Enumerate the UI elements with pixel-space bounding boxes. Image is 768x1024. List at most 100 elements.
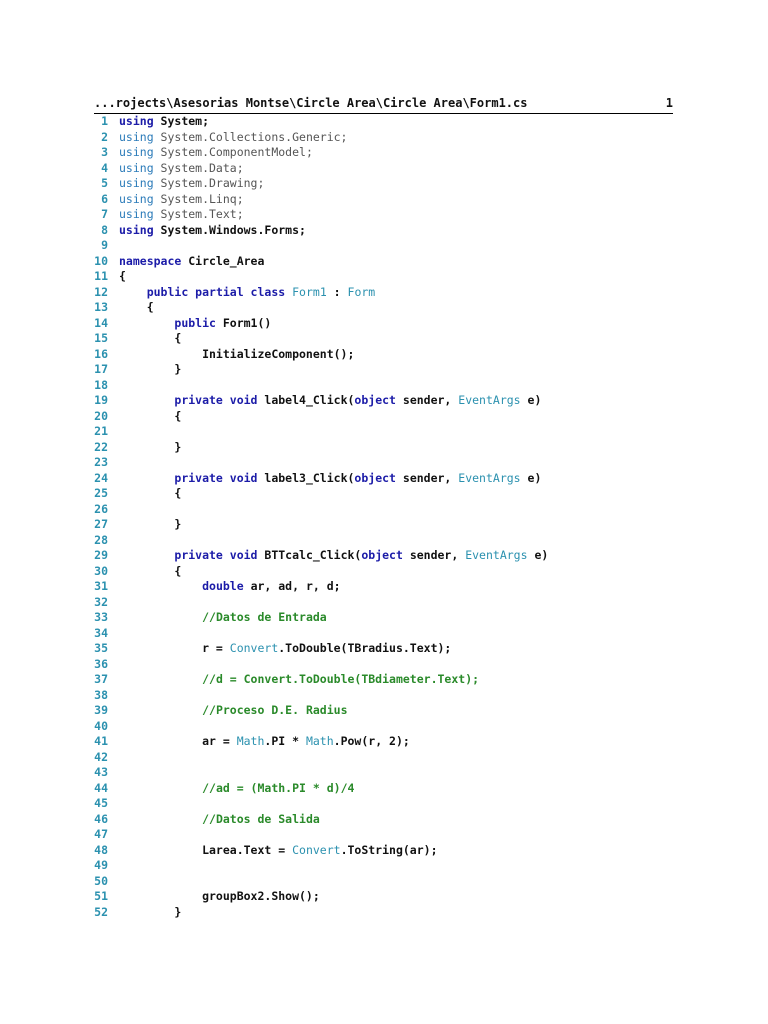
code-token: InitializeComponent(); [119,346,355,361]
code-token: double [202,579,244,593]
line-number: 12 [94,284,108,299]
code-token: Convert [229,641,279,655]
code-token: System.Windows.Forms; [153,222,306,237]
code-token: private void [174,470,258,485]
code-line: 10 namespace Circle_Area [82,254,682,270]
code-token: { [119,269,126,283]
code-line: 40 [82,719,682,735]
code-token: { [119,563,182,578]
code-token: { [119,331,182,345]
code-token: } [119,904,182,919]
code-line: 43 [82,765,682,781]
code-token: System.Data; [153,160,244,175]
line-number: 29 [94,548,108,562]
code-token: using [119,176,154,190]
code-token: object [354,470,396,485]
code-line: 45 [82,796,682,812]
line-number: 33 [94,610,108,624]
line-number: 26 [94,501,108,516]
line-number: 45 [94,796,108,810]
code-token: using [119,207,154,221]
code-token: } [119,517,182,531]
line-number: 32 [94,594,108,609]
code-line: 19 private void label4_Click(object send… [82,393,682,409]
code-line: 18 [82,378,682,394]
line-number: 36 [94,656,108,671]
code-token: EventArgs [458,470,521,485]
line-number: 2 [101,129,108,144]
code-token: BTTcalc_Click( [257,548,362,562]
code-token: ar, ad, r, d; [243,579,341,593]
code-line: 50 [82,874,682,890]
code-token: //d = Convert.ToDouble(TBdiameter.Text); [202,672,480,686]
code-token: System.Collections.Generic; [153,129,348,144]
code-line: 1 using System; [82,114,682,130]
line-number: 49 [94,858,108,872]
code-token: EventArgs [458,393,521,407]
code-token: } [119,439,182,454]
code-line: 2 using System.Collections.Generic; [82,130,682,146]
line-number: 6 [101,191,108,206]
line-number: 18 [94,377,108,392]
code-token: Math [305,734,334,748]
line-number: 8 [101,222,108,237]
code-line: 20 { [82,409,682,425]
line-number: 9 [101,238,108,252]
code-token: sender, [395,393,459,407]
code-line: 51 groupBox2.Show(); [82,889,682,905]
code-line: 16 InitializeComponent(); [82,347,682,363]
code-line: 8 using System.Windows.Forms; [82,223,682,239]
line-number: 47 [94,827,108,841]
code-line: 36 [82,657,682,673]
code-token: System.Text; [153,207,244,221]
line-number: 14 [94,315,108,330]
code-line: 48 Larea.Text = Convert.ToString(ar); [82,843,682,859]
code-token: using [119,222,154,237]
code-token: public [174,315,216,330]
code-token: public partial class [146,284,286,299]
line-number: 34 [94,625,108,640]
code-token: using [119,160,154,175]
code-token: using [119,145,154,159]
file-header: ...rojects\Asesorias Montse\Circle Area\… [94,95,673,114]
line-number: 35 [94,641,108,655]
code-token: .ToString(ar); [340,842,438,857]
line-number: 10 [94,253,108,268]
code-token: Form1() [215,315,272,330]
code-token: using [119,129,154,144]
line-number: 38 [94,687,108,702]
code-line: 26 [82,502,682,518]
code-token: { [119,486,182,500]
line-number: 24 [94,470,108,485]
code-line: 23 [82,455,682,471]
code-token: object [354,393,396,407]
line-number: 13 [94,300,108,314]
code-token: label3_Click( [257,470,355,485]
code-line: 17 } [82,362,682,378]
line-number: 42 [94,749,108,764]
code-token: e) [520,470,542,485]
line-number: 37 [94,672,108,686]
code-token: groupBox2.Show(); [119,889,320,903]
page-number: 1 [665,96,673,110]
code-line: 35 r = Convert.ToDouble(TBradius.Text); [82,641,682,657]
code-token: System.Drawing; [153,176,265,190]
line-number: 20 [94,408,108,423]
line-number: 4 [101,160,108,175]
code-printout-page: ...rojects\Asesorias Montse\Circle Area\… [0,0,768,1024]
code-line: 39 //Proceso D.E. Radius [82,703,682,719]
code-token: Math [236,734,265,748]
code-token: //Proceso D.E. Radius [202,703,348,717]
code-line: 6 using System.Linq; [82,192,682,208]
code-line: 24 private void label3_Click(object send… [82,471,682,487]
code-line: 38 [82,688,682,704]
code-line: 11 { [82,269,682,285]
code-token: using [119,191,154,206]
